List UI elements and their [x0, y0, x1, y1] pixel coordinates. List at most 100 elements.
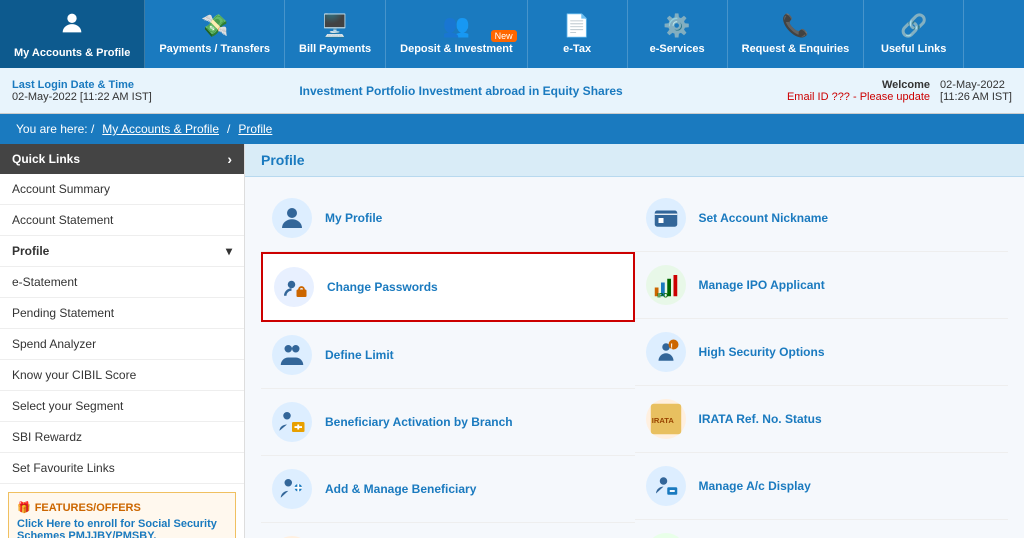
sidebar-item-pending-statement[interactable]: Pending Statement — [0, 298, 244, 329]
info-center-text: Investment Portfolio Investment abroad i… — [212, 84, 710, 98]
main-layout: Quick Links › Account Summary Account St… — [0, 144, 1024, 538]
irata-ref-item[interactable]: IRATA IRATA Ref. No. Status — [635, 386, 1009, 453]
define-limit-item[interactable]: Define Limit — [261, 322, 635, 389]
my-profile-item[interactable]: My Profile — [261, 185, 635, 252]
breadcrumb-link1[interactable]: My Accounts & Profile — [102, 122, 219, 136]
sidebar-item-rewardz[interactable]: SBI Rewardz — [0, 422, 244, 453]
login-value: 02-May-2022 [11:22 AM IST] — [12, 91, 152, 103]
change-passwords-label: Change Passwords — [327, 280, 438, 294]
info-bar: Last Login Date & Time 02-May-2022 [11:2… — [0, 68, 1024, 114]
set-sms-language-item[interactable]: Aあ Set SMS Language — [635, 520, 1009, 538]
welcome-label: Welcome — [882, 79, 930, 91]
nav-bill-payments-label: Bill Payments — [299, 43, 371, 55]
set-account-nickname-label: Set Account Nickname — [699, 211, 829, 225]
sidebar-arrow-icon: › — [227, 151, 232, 167]
features-box: 🎁 FEATURES/OFFERS Click Here to enroll f… — [8, 492, 236, 538]
sidebar-item-cibil-label: Know your CIBIL Score — [12, 368, 136, 382]
nav-my-accounts-label: My Accounts & Profile — [14, 47, 130, 59]
request-icon: 📞 — [782, 13, 809, 39]
add-manage-beneficiary-icon — [269, 466, 315, 512]
change-passwords-icon — [271, 264, 317, 310]
login-info: Last Login Date & Time 02-May-2022 [11:2… — [12, 79, 212, 103]
welcome-section: Welcome Email ID ??? - Please update — [710, 79, 930, 103]
high-security-item[interactable]: ! High Security Options — [635, 319, 1009, 386]
pan-registration-icon: 🪪 — [269, 533, 315, 538]
sidebar-item-spend-analyzer-label: Spend Analyzer — [12, 337, 96, 351]
sidebar-item-account-summary-label: Account Summary — [12, 182, 110, 196]
breadcrumb-bar: You are here: / My Accounts & Profile / … — [0, 114, 1024, 144]
nav-eservices-label: e-Services — [650, 43, 705, 55]
sidebar: Quick Links › Account Summary Account St… — [0, 144, 245, 538]
nav-bill-payments[interactable]: 🖥️ Bill Payments — [285, 0, 386, 68]
nav-etax-label: e-Tax — [563, 43, 591, 55]
payments-icon: 💸 — [201, 13, 228, 39]
beneficiary-activation-item[interactable]: Beneficiary Activation by Branch — [261, 389, 635, 456]
nav-useful[interactable]: 🔗 Useful Links — [864, 0, 964, 68]
nav-etax[interactable]: 📄 e-Tax — [528, 0, 628, 68]
my-profile-label: My Profile — [325, 211, 382, 225]
content-grid: My Profile Change Passwords — [245, 177, 1024, 538]
add-manage-beneficiary-item[interactable]: Add & Manage Beneficiary — [261, 456, 635, 523]
breadcrumb-you-are-here: You are here: / — [16, 122, 94, 136]
nav-deposit[interactable]: 👥 Deposit & Investment New — [386, 0, 527, 68]
set-sms-language-icon: Aあ — [643, 530, 689, 538]
nav-eservices[interactable]: ⚙️ e-Services — [628, 0, 728, 68]
sidebar-item-rewardz-label: SBI Rewardz — [12, 430, 82, 444]
nav-payments[interactable]: 💸 Payments / Transfers — [145, 0, 285, 68]
manage-ac-display-icon — [643, 463, 689, 509]
sidebar-item-profile-label: Profile — [12, 244, 49, 258]
irata-ref-icon: IRATA — [643, 396, 689, 442]
svg-text:!: ! — [670, 341, 673, 350]
new-badge: New — [491, 30, 517, 42]
nav-my-accounts[interactable]: My Accounts & Profile — [0, 0, 145, 68]
sidebar-item-estatement[interactable]: e-Statement — [0, 267, 244, 298]
sidebar-item-profile-arrow: ▾ — [226, 244, 232, 258]
manage-ac-display-item[interactable]: Manage A/c Display — [635, 453, 1009, 520]
define-limit-label: Define Limit — [325, 348, 394, 362]
svg-text:IPO: IPO — [657, 293, 668, 300]
content-left-column: My Profile Change Passwords — [261, 185, 635, 538]
set-account-nickname-icon — [643, 195, 689, 241]
sidebar-item-spend-analyzer[interactable]: Spend Analyzer — [0, 329, 244, 360]
pan-registration-item[interactable]: 🪪 PAN Registration — [261, 523, 635, 538]
sidebar-item-favourite-links[interactable]: Set Favourite Links — [0, 453, 244, 484]
useful-icon: 🔗 — [900, 13, 927, 39]
beneficiary-activation-label: Beneficiary Activation by Branch — [325, 415, 513, 429]
sidebar-header: Quick Links › — [0, 144, 244, 174]
breadcrumb-link2[interactable]: Profile — [238, 122, 272, 136]
sidebar-item-account-summary[interactable]: Account Summary — [0, 174, 244, 205]
beneficiary-activation-icon — [269, 399, 315, 445]
nav-request[interactable]: 📞 Request & Enquiries — [728, 0, 865, 68]
email-warning: Email ID ??? - Please update — [787, 91, 930, 103]
sidebar-item-segment[interactable]: Select your Segment — [0, 391, 244, 422]
svg-text:IRATA: IRATA — [651, 416, 674, 425]
sidebar-item-cibil[interactable]: Know your CIBIL Score — [0, 360, 244, 391]
sidebar-item-favourite-links-label: Set Favourite Links — [12, 461, 115, 475]
breadcrumb-separator: / — [227, 122, 230, 136]
change-passwords-item[interactable]: Change Passwords — [261, 252, 635, 322]
date-value: 02-May-2022 — [940, 79, 1005, 91]
top-navigation: My Accounts & Profile 💸 Payments / Trans… — [0, 0, 1024, 68]
content-right-column: Set Account Nickname IPO Manage IPO Appl… — [635, 185, 1009, 538]
features-title-label: FEATURES/OFFERS — [35, 502, 141, 514]
sidebar-item-estatement-label: e-Statement — [12, 275, 77, 289]
features-icon: 🎁 — [17, 501, 31, 514]
manage-ipo-item[interactable]: IPO Manage IPO Applicant — [635, 252, 1009, 319]
my-profile-icon — [269, 195, 315, 241]
manage-ac-display-label: Manage A/c Display — [699, 479, 811, 493]
sidebar-item-profile[interactable]: Profile ▾ — [0, 236, 244, 267]
etax-icon: 📄 — [563, 13, 590, 39]
features-title: 🎁 FEATURES/OFFERS — [17, 501, 227, 514]
bill-payments-icon: 🖥️ — [321, 13, 348, 39]
time-value: [11:26 AM IST] — [940, 91, 1012, 103]
high-security-icon: ! — [643, 329, 689, 375]
set-account-nickname-item[interactable]: Set Account Nickname — [635, 185, 1009, 252]
sidebar-item-account-statement-label: Account Statement — [12, 213, 113, 227]
features-text[interactable]: Click Here to enroll for Social Security… — [17, 518, 227, 538]
define-limit-icon — [269, 332, 315, 378]
add-manage-beneficiary-label: Add & Manage Beneficiary — [325, 482, 476, 496]
sidebar-item-segment-label: Select your Segment — [12, 399, 123, 413]
sidebar-item-account-statement[interactable]: Account Statement — [0, 205, 244, 236]
login-label: Last Login Date & Time — [12, 79, 134, 91]
eservices-icon: ⚙️ — [663, 13, 690, 39]
